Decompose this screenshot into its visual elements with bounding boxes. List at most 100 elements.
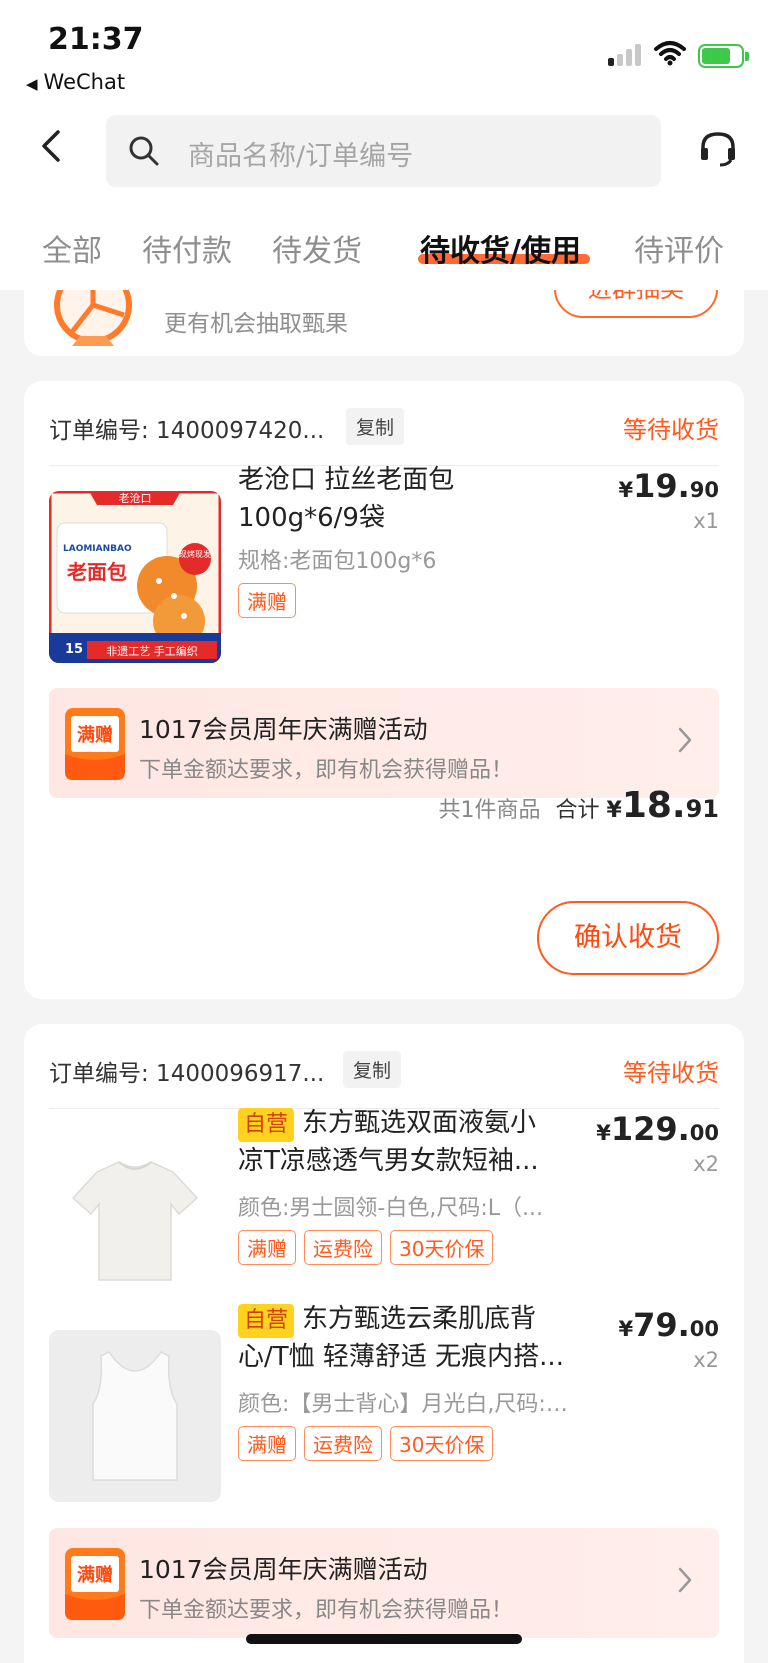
product-price: ¥129.00 (596, 1110, 719, 1148)
currency-symbol: ¥ (618, 1317, 634, 1341)
product-title-line-2: 100g*6/9袋 (238, 503, 385, 533)
product-image[interactable]: 老沧口 LAOMIANBAO 老面包 现烤现发 15 非遗工艺 手工编织 (49, 491, 221, 663)
order-number: 订单编号: 1400096917... (49, 1061, 325, 1087)
promo-title: 1017会员周年庆满赠活动 (139, 715, 428, 744)
thumb-line1: LAOMIANBAO (63, 544, 132, 554)
thumb-badge: 现烤现发 (179, 549, 211, 559)
promo-badge-text: 满赠 (77, 724, 113, 746)
order-summary: 共1件商品 合计 ¥18.91 (438, 785, 719, 826)
copy-order-button[interactable]: 复制 (346, 408, 405, 445)
tag-price-protection: 30天价保 (390, 1426, 494, 1461)
product-image[interactable] (49, 1330, 221, 1502)
search-icon (129, 136, 159, 166)
product-title-line-1: 东方甄选云柔肌底背 (302, 1304, 537, 1334)
product-quantity: x1 (693, 509, 719, 533)
order-card: 订单编号: 1400097420... 复制 等待收货 老沧口 LAOMIANB… (24, 381, 744, 999)
product-spec: 颜色:【男士背心】月光白,尺码:L... (238, 1392, 578, 1417)
tab-all[interactable]: 全部 (42, 226, 102, 270)
thumb-num: 15 (65, 642, 83, 657)
product-title[interactable]: 自营 东方甄选双面液氨小 凉T凉感透气男女款短袖... (238, 1104, 578, 1180)
status-time: 21:37 (48, 22, 144, 57)
order-card: 订单编号: 1400096917... 复制 等待收货 自营 东方甄选双面液氨小 … (24, 1024, 744, 1663)
tab-pending-receipt[interactable]: 待收货/使用 (420, 226, 581, 270)
promo-banner[interactable]: 满赠 1017会员周年庆满赠活动 下单金额达要求，即有机会获得赠品！ (49, 688, 719, 798)
total-label: 合计 (555, 798, 600, 823)
tag-shipping-insurance: 运费险 (304, 1230, 382, 1265)
product-price: ¥79.00 (618, 1306, 719, 1344)
product-title[interactable]: 老沧口 拉丝老面包 100g*6/9袋 (238, 461, 578, 537)
product-title-line-1: 东方甄选双面液氨小 (302, 1108, 537, 1138)
price-integer: 129. (610, 1110, 690, 1148)
product-quantity: x2 (693, 1152, 719, 1176)
battery-icon (698, 44, 749, 68)
product-spec: 颜色:男士圆领-白色,尺码:L（... (238, 1196, 543, 1221)
total-decimal: 91 (685, 795, 719, 823)
lottery-wheel-icon (54, 290, 132, 346)
price-decimal: 00 (689, 1121, 719, 1145)
product-image[interactable] (49, 1134, 221, 1306)
gift-badge-icon: 满赠 (65, 1548, 125, 1620)
promo-title: 1017会员周年庆满赠活动 (139, 1555, 428, 1584)
copy-order-button[interactable]: 复制 (343, 1051, 402, 1088)
chevron-right-icon (678, 1567, 692, 1593)
header-bar: 商品名称/订单编号 (0, 100, 768, 192)
cellular-signal-icon (608, 42, 644, 66)
prev-card-subtitle: 更有机会抽取甄果 (164, 311, 348, 337)
back-arrow-icon[interactable] (36, 128, 66, 164)
price-decimal: 00 (689, 1317, 719, 1341)
product-tags: 满赠 运费险 30天价保 (238, 1426, 494, 1461)
price-integer: 79. (633, 1306, 690, 1344)
back-to-wechat-link[interactable]: ◀ WeChat (26, 70, 125, 94)
search-placeholder: 商品名称/订单编号 (188, 141, 414, 172)
status-bar: 21:37 ◀ WeChat (0, 0, 768, 100)
price-integer: 19. (633, 467, 690, 505)
order-total: ¥18.91 (606, 785, 720, 826)
product-title[interactable]: 自营 东方甄选云柔肌底背 心/T恤 轻薄舒适 无痕内搭... (238, 1300, 578, 1376)
order-status-tabs: 全部 待付款 待发货 待收货/使用 待评价 (0, 192, 768, 290)
thumb-line2: 老面包 (67, 560, 127, 584)
tag-price-protection: 30天价保 (390, 1230, 494, 1265)
thumb-brand: 老沧口 (119, 491, 152, 505)
tab-pending-review[interactable]: 待评价 (634, 226, 724, 270)
gift-badge-icon: 满赠 (65, 708, 125, 780)
tag-gift: 满赠 (238, 1426, 296, 1461)
product-quantity: x2 (693, 1348, 719, 1372)
customer-service-icon[interactable] (698, 130, 738, 168)
home-indicator[interactable] (246, 1634, 522, 1644)
tag-gift: 满赠 (238, 583, 296, 618)
promo-subtitle: 下单金额达要求，即有机会获得赠品！ (139, 1598, 514, 1623)
product-price: ¥19.90 (618, 467, 719, 505)
product-title-line-2: 心/T恤 轻薄舒适 无痕内搭... (238, 1342, 564, 1372)
product-spec: 规格:老面包100g*6 (238, 549, 437, 574)
join-group-lottery-button[interactable]: 进群抽奖 (554, 290, 718, 318)
order-status: 等待收货 (623, 416, 719, 444)
price-decimal: 90 (689, 478, 719, 502)
promo-subtitle: 下单金额达要求，即有机会获得赠品！ (139, 758, 514, 783)
product-title-line-2: 凉T凉感透气男女款短袖... (238, 1146, 539, 1176)
wifi-icon (654, 41, 686, 66)
currency-symbol: ¥ (618, 478, 634, 502)
self-operated-badge: 自营 (238, 1108, 295, 1142)
item-count: 共1件商品 (438, 798, 541, 823)
currency-symbol: ¥ (596, 1121, 611, 1145)
tag-shipping-insurance: 运费险 (304, 1426, 382, 1461)
total-integer: 18. (621, 785, 686, 826)
tab-pending-shipment[interactable]: 待发货 (272, 226, 362, 270)
self-operated-badge: 自营 (238, 1304, 295, 1338)
order-status: 等待收货 (623, 1059, 719, 1087)
promo-badge-text: 满赠 (77, 1564, 113, 1586)
chevron-right-icon (678, 727, 692, 753)
search-input[interactable]: 商品名称/订单编号 (106, 115, 661, 187)
order-number: 订单编号: 1400097420... (49, 418, 325, 444)
tab-pending-payment[interactable]: 待付款 (142, 226, 232, 270)
product-tags: 满赠 (238, 583, 296, 618)
confirm-receipt-button[interactable]: 确认收货 (537, 901, 719, 975)
thumb-bottom: 非遗工艺 手工编织 (106, 644, 198, 658)
back-triangle-icon: ◀ (26, 75, 38, 93)
product-title-line-1: 老沧口 拉丝老面包 (238, 465, 455, 495)
product-tags: 满赠 运费险 30天价保 (238, 1230, 494, 1265)
promo-banner[interactable]: 满赠 1017会员周年庆满赠活动 下单金额达要求，即有机会获得赠品！ (49, 1528, 719, 1638)
previous-card-fragment: 更有机会抽取甄果 进群抽奖 (24, 290, 744, 356)
total-currency: ¥ (606, 798, 622, 823)
tag-gift: 满赠 (238, 1230, 296, 1265)
